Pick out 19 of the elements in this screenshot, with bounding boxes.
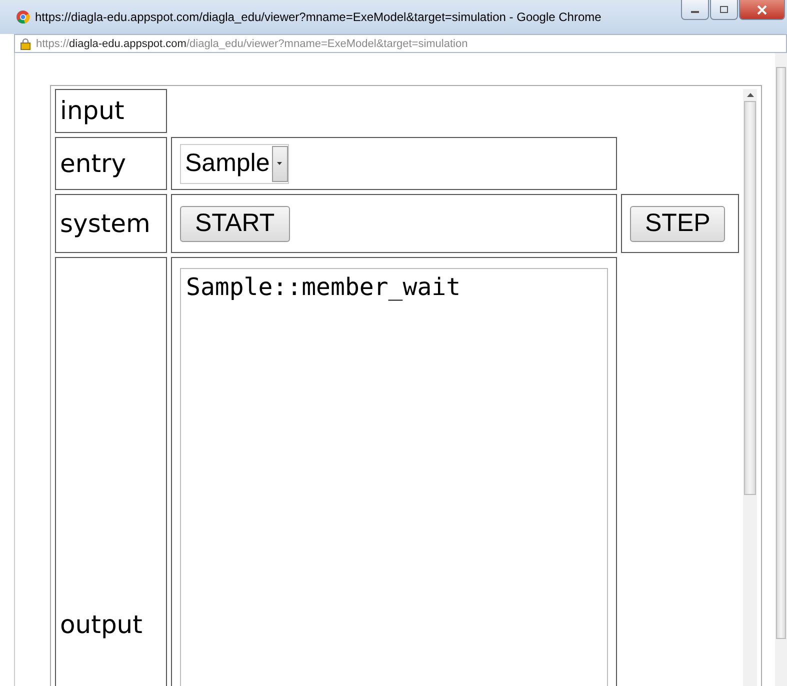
section-label: input xyxy=(55,89,167,133)
scrollbar[interactable] xyxy=(743,89,757,686)
close-button[interactable] xyxy=(739,0,785,20)
row-label: system xyxy=(55,194,167,253)
start-button[interactable]: START xyxy=(180,206,290,242)
maximize-icon xyxy=(719,5,729,14)
maximize-button[interactable] xyxy=(710,0,738,20)
page-scrollbar[interactable] xyxy=(775,53,787,686)
row-label: output xyxy=(55,257,167,686)
window-title: https://diagla-edu.appspot.com/diagla_edu/viewer?mname=ExeModel&target=simulation - Google Chrome xyxy=(35,10,602,24)
minimize-button[interactable] xyxy=(681,0,709,20)
row-label: entry xyxy=(55,137,167,190)
browser-logo-icon xyxy=(16,10,30,24)
entry-select[interactable]: Sample xyxy=(180,144,289,184)
step-button[interactable]: STEP xyxy=(630,206,726,242)
lock-icon xyxy=(20,38,31,50)
scroll-up-arrow-icon[interactable] xyxy=(746,93,754,97)
output-textarea[interactable]: Sample::member_wait xyxy=(180,268,608,686)
close-icon xyxy=(756,4,768,14)
